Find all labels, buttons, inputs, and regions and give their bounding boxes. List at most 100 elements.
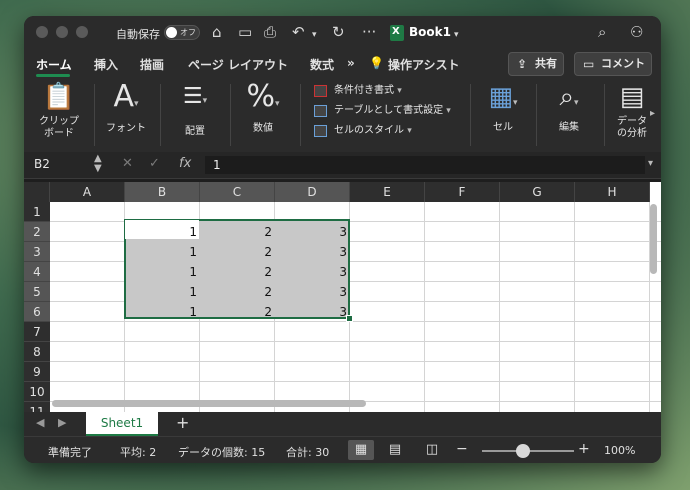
next-sheet-icon[interactable]: ▶ (58, 416, 66, 429)
share-button[interactable]: ⇪ 共有 (508, 52, 564, 76)
column-header-e[interactable]: E (350, 182, 425, 202)
autosave-toggle[interactable]: オフ (164, 25, 200, 40)
insert-function-icon[interactable]: fx (179, 156, 191, 171)
cell-d4[interactable]: 3 (275, 262, 347, 282)
zoom-out-button[interactable]: − (456, 441, 468, 457)
row-header-3[interactable]: 3 (24, 242, 50, 262)
tab-draw[interactable]: 描画 (140, 56, 164, 73)
name-box-stepper-icon[interactable]: ▲ ▼ (94, 154, 102, 174)
row-header-6[interactable]: 6 (24, 302, 50, 322)
ribbon-divider (300, 84, 301, 146)
row-header-2[interactable]: 2 (24, 222, 50, 242)
zoom-in-button[interactable]: + (578, 441, 590, 457)
comment-button[interactable]: ▭ コメント (574, 52, 652, 76)
save-icon[interactable]: ▭ (238, 23, 252, 41)
account-icon[interactable]: ⚇ (630, 23, 643, 41)
column-header-d[interactable]: D (275, 182, 350, 202)
row-header-4[interactable]: 4 (24, 262, 50, 282)
column-header-b[interactable]: B (125, 182, 200, 202)
status-average[interactable]: 平均: 2 (120, 444, 156, 460)
cell-d3[interactable]: 3 (275, 242, 347, 262)
normal-view-button[interactable]: ▦ (348, 440, 374, 460)
row-header-11[interactable]: 11 (24, 402, 50, 412)
cell-b5[interactable]: 1 (125, 282, 197, 302)
expand-formula-icon[interactable]: ▾ (648, 158, 653, 169)
status-count[interactable]: データの個数: 15 (178, 444, 265, 460)
cell-b6[interactable]: 1 (125, 302, 197, 322)
active-tab-indicator (36, 74, 70, 77)
home-icon[interactable]: ⌂ (212, 23, 222, 41)
cell-c6[interactable]: 2 (200, 302, 272, 322)
analyze-data-group[interactable]: ▤ データ の分析 (612, 78, 652, 140)
row-header-10[interactable]: 10 (24, 382, 50, 402)
alignment-group[interactable]: ☰▾ 配置 (170, 78, 220, 138)
row-header-9[interactable]: 9 (24, 362, 50, 382)
cell-styles-button[interactable]: セルのスタイル ▾ (314, 122, 412, 140)
cell-b4[interactable]: 1 (125, 262, 197, 282)
column-header-a[interactable]: A (50, 182, 125, 202)
cell-c5[interactable]: 2 (200, 282, 272, 302)
enter-icon[interactable]: ✓ (149, 156, 160, 171)
font-group[interactable]: A▾ フォント (104, 78, 148, 135)
column-header-h[interactable]: H (575, 182, 650, 202)
title-chevron-icon[interactable]: ▾ (454, 26, 459, 44)
sheet-tab-sheet1[interactable]: Sheet1 (86, 412, 158, 436)
column-header-c[interactable]: C (200, 182, 275, 202)
row-header-1[interactable]: 1 (24, 202, 50, 222)
tab-home[interactable]: ホーム (36, 56, 72, 73)
status-sum[interactable]: 合計: 30 (286, 444, 329, 460)
cancel-icon[interactable]: ✕ (122, 156, 133, 171)
row-header-8[interactable]: 8 (24, 342, 50, 362)
analyze-data-icon: ▤ (619, 82, 645, 112)
cell-d5[interactable]: 3 (275, 282, 347, 302)
zoom-level[interactable]: 100% (604, 444, 635, 457)
prev-sheet-icon[interactable]: ◀ (36, 416, 44, 429)
search-icon[interactable]: ⌕ (598, 23, 606, 41)
zoom-slider-knob[interactable] (516, 444, 530, 458)
page-layout-view-button[interactable]: ▤ (382, 440, 408, 460)
worksheet-grid[interactable]: ABCDEFGH 1 2 3 4 5 6 7 8 9 10 11 123123123123123 (24, 182, 661, 412)
column-header-g[interactable]: G (500, 182, 575, 202)
conditional-format-button[interactable]: 条件付き書式 ▾ (314, 82, 402, 100)
undo-dropdown-icon[interactable]: ▾ (312, 26, 317, 44)
row-header-5[interactable]: 5 (24, 282, 50, 302)
undo-icon[interactable]: ↶ (292, 23, 305, 41)
format-as-table-button[interactable]: テーブルとして書式設定 ▾ (314, 102, 451, 120)
excel-window: 自動保存 オフ ⌂ ▭ ⎙ ↶ ▾ ↻ ··· Book1 ▾ ⌕ ⚇ ホーム … (24, 16, 661, 463)
cells-group[interactable]: ▦▾ セル (478, 78, 528, 134)
minimize-window-button[interactable] (56, 26, 68, 38)
tab-formulas[interactable]: 数式 (310, 56, 334, 73)
cell-b3[interactable]: 1 (125, 242, 197, 262)
tell-me-search[interactable]: 操作アシスト (388, 56, 460, 73)
column-header-f[interactable]: F (425, 182, 500, 202)
cell-b2[interactable]: 1 (125, 222, 197, 242)
row-header-7[interactable]: 7 (24, 322, 50, 342)
more-icon[interactable]: ··· (362, 23, 376, 41)
cell-d6[interactable]: 3 (275, 302, 347, 322)
horizontal-scrollbar[interactable] (52, 400, 366, 407)
select-all-corner[interactable] (24, 182, 50, 202)
more-tabs-icon[interactable]: » (347, 56, 355, 70)
ribbon-scroll-right-icon[interactable]: ▸ (650, 108, 655, 119)
formula-input[interactable]: 1 (205, 156, 645, 174)
number-group[interactable]: %▾ 数値 (240, 78, 286, 135)
zoom-window-button[interactable] (76, 26, 88, 38)
cells-icon: ▦▾ (488, 82, 518, 112)
print-icon[interactable]: ⎙ (264, 23, 276, 41)
sheet-tab-bar: ◀ ▶ Sheet1 + (24, 412, 661, 436)
clipboard-group[interactable]: 📋 クリップ ボード (34, 78, 84, 140)
cell-c3[interactable]: 2 (200, 242, 272, 262)
redo-icon[interactable]: ↻ (332, 23, 345, 41)
vertical-scrollbar[interactable] (650, 204, 657, 274)
cell-c2[interactable]: 2 (200, 222, 272, 242)
add-sheet-button[interactable]: + (176, 413, 189, 432)
cell-c4[interactable]: 2 (200, 262, 272, 282)
editing-group[interactable]: ⌕▾ 編集 (544, 78, 594, 134)
fill-handle[interactable] (346, 315, 353, 322)
page-break-view-button[interactable]: ◫ (419, 440, 445, 460)
name-box[interactable]: B2 (34, 157, 50, 171)
close-window-button[interactable] (36, 26, 48, 38)
tab-page-layout[interactable]: ページ レイアウト (188, 56, 288, 73)
cell-d2[interactable]: 3 (275, 222, 347, 242)
tab-insert[interactable]: 挿入 (94, 56, 118, 73)
